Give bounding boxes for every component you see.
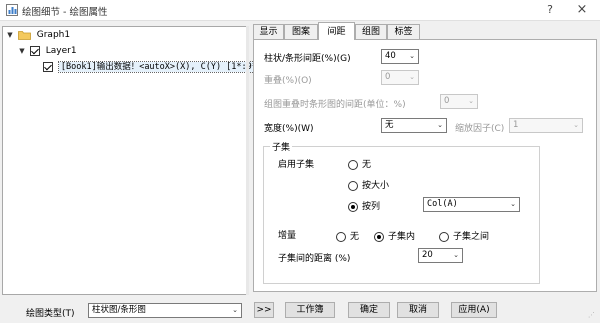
splitter[interactable] (246, 26, 249, 295)
chevron-down-icon: ⌄ (573, 121, 579, 129)
ok-button[interactable]: 确定 (348, 302, 390, 318)
group-gap-label: 组图重叠时条形图的间距(单位：%) (264, 100, 406, 110)
subset-none-option[interactable]: 无 (348, 157, 371, 170)
increment-within-option[interactable]: 子集内 (374, 229, 415, 242)
increment-between-label: 子集之间 (453, 232, 490, 242)
help-button[interactable]: ? (538, 2, 562, 18)
scale-dropdown[interactable]: 1 ⌄ (509, 118, 583, 133)
group-gap-value: 0 (444, 96, 450, 106)
scale-value: 1 (513, 120, 519, 130)
plot-tree[interactable]: ▼ Graph1 ▼ Layer1 [Book1]输出数据！<autoX>(X)… (2, 26, 266, 295)
apply-button[interactable]: 应用(A) (451, 302, 497, 318)
increment-none-option[interactable]: 无 (336, 229, 359, 242)
distance-dropdown[interactable]: 20 ⌄ (418, 248, 463, 263)
subset-size-label: 按大小 (362, 181, 390, 191)
cancel-button[interactable]: 取消 (397, 302, 439, 318)
tab-display[interactable]: 显示 (253, 24, 284, 39)
increment-between-option[interactable]: 子集之间 (439, 229, 489, 242)
plot-type-value: 柱状图/条形图 (92, 305, 146, 315)
column-dropdown[interactable]: Col(A) ⌄ (423, 197, 520, 212)
width-dropdown[interactable]: 无 ⌄ (381, 118, 447, 133)
width-value: 无 (385, 120, 394, 130)
close-button[interactable]: × (570, 2, 594, 18)
chevron-down-icon: ⌄ (468, 97, 474, 105)
subset-title: 子集 (270, 140, 293, 153)
graph-label: Graph1 (36, 30, 71, 40)
distance-value: 20 (422, 250, 433, 260)
layer-label: Layer1 (45, 46, 77, 56)
overlap-dropdown[interactable]: 0 ⌄ (381, 70, 419, 85)
increment-label: 增量 (278, 231, 297, 241)
radio-selected-icon[interactable] (348, 201, 358, 212)
collapse-arrow-icon[interactable]: ▼ (17, 43, 27, 59)
tab-label[interactable]: 标签 (387, 24, 420, 39)
increment-none-label: 无 (350, 232, 360, 242)
expand-button[interactable]: >> (254, 302, 274, 318)
overlap-value: 0 (385, 72, 391, 82)
window-title: 绘图细节 - 绘图属性 (22, 7, 108, 18)
workbook-button[interactable]: 工作簿 (285, 302, 335, 318)
scale-label: 缩放因子(C) (455, 124, 505, 134)
tree-node-graph[interactable]: ▼ Graph1 (3, 27, 246, 43)
layer-checkbox[interactable] (29, 45, 40, 56)
width-label: 宽度(%)(W) (264, 124, 314, 134)
enable-subset-label: 启用子集 (278, 160, 315, 170)
chevron-down-icon: ⌄ (232, 306, 238, 314)
plot-type-label: 绘图类型(T) (26, 309, 75, 319)
chevron-down-icon: ⌄ (409, 73, 415, 81)
tab-pattern[interactable]: 图案 (284, 24, 318, 39)
chevron-down-icon: ⌄ (453, 251, 459, 259)
radio-icon[interactable] (336, 231, 346, 242)
tree-node-layer[interactable]: ▼ Layer1 (3, 43, 246, 59)
chevron-down-icon: ⌄ (409, 52, 415, 60)
title-bar: 绘图细节 - 绘图属性 ? × (0, 0, 600, 21)
plot-checkbox[interactable] (43, 61, 53, 72)
subset-column-label: 按列 (362, 202, 381, 212)
collapse-arrow-icon[interactable]: ▼ (5, 27, 15, 43)
column-value: Col(A) (427, 199, 458, 209)
radio-selected-icon[interactable] (374, 231, 384, 242)
gap-value: 40 (385, 51, 396, 61)
app-icon (6, 4, 18, 16)
tab-group[interactable]: 组图 (355, 24, 387, 39)
tree-node-plot[interactable]: [Book1]输出数据！<autoX>(X), C(Y) [1*:9*] (3, 59, 266, 75)
plot-type-dropdown[interactable]: 柱状图/条形图 ⌄ (88, 303, 242, 318)
chevron-down-icon: ⌄ (510, 200, 516, 208)
plot-label: [Book1]输出数据！<autoX>(X), C(Y) [1*:9*] (57, 61, 266, 73)
radio-icon[interactable] (348, 180, 358, 191)
subset-none-label: 无 (362, 160, 372, 170)
resize-grip-icon[interactable]: ⋰ (588, 310, 598, 320)
overlap-label: 重叠(%)(O) (264, 76, 312, 86)
folder-icon (17, 30, 31, 40)
group-gap-dropdown[interactable]: 0 ⌄ (440, 94, 478, 109)
radio-icon[interactable] (348, 159, 358, 170)
tab-spacing[interactable]: 间距 (318, 22, 355, 40)
subset-size-option[interactable]: 按大小 (348, 178, 389, 191)
subset-column-option[interactable]: 按列 (348, 199, 380, 212)
gap-label: 柱状/条形间距(%)(G) (264, 54, 351, 64)
increment-within-label: 子集内 (388, 232, 416, 242)
radio-icon[interactable] (439, 231, 449, 242)
chevron-down-icon: ⌄ (437, 121, 443, 129)
gap-dropdown[interactable]: 40 ⌄ (381, 49, 419, 64)
distance-label: 子集间的距离 (%) (278, 254, 351, 264)
